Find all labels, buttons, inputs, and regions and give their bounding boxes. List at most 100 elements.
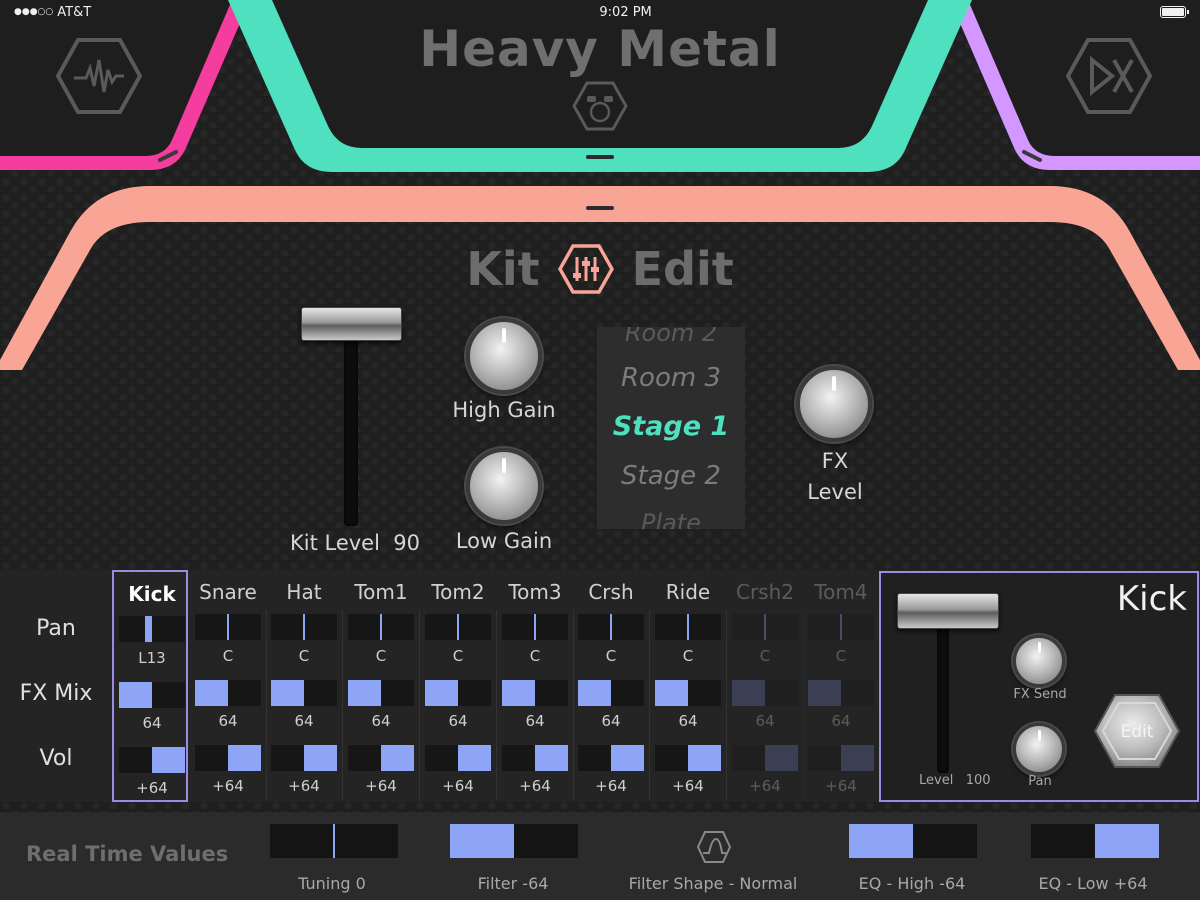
fx-mix-slider[interactable]	[119, 682, 185, 708]
volume-slider[interactable]	[348, 745, 414, 771]
channel-strip[interactable]: Tom4 C 64 +64	[803, 570, 880, 802]
high-gain-knob[interactable]	[466, 318, 542, 394]
pad-level-fader-track[interactable]	[937, 617, 949, 773]
fx-send-knob[interactable]	[1013, 635, 1065, 687]
edit-button[interactable]: Edit	[1093, 691, 1181, 771]
mixer-sliders-icon	[557, 244, 614, 294]
tuning-label: Tuning 0	[298, 874, 366, 893]
fx-mix-value: 64	[755, 712, 775, 730]
pan-slider[interactable]	[502, 614, 568, 640]
eq-low-slider[interactable]	[1031, 824, 1159, 858]
volume-slider[interactable]	[119, 747, 185, 773]
volume-slider[interactable]	[195, 745, 261, 771]
channel-strip[interactable]: Ride C 64 +64	[650, 570, 727, 802]
channel-name[interactable]: Crsh	[573, 580, 649, 604]
pan-value: C	[298, 647, 310, 665]
channel-name[interactable]: Kick	[114, 582, 190, 606]
channel-name[interactable]: Ride	[650, 580, 726, 604]
pan-slider[interactable]	[348, 614, 414, 640]
kit-edit-title-right: Edit	[631, 242, 734, 296]
dx-icon[interactable]	[1066, 36, 1152, 116]
volume-slider[interactable]	[271, 745, 337, 771]
channel-name[interactable]: Snare	[190, 580, 266, 604]
pad-level-label: Level	[919, 773, 954, 788]
pan-slider[interactable]	[732, 614, 798, 640]
volume-slider[interactable]	[425, 745, 491, 771]
volume-value: +64	[825, 777, 857, 795]
pan-slider[interactable]	[425, 614, 491, 640]
picker-item[interactable]: Plate	[597, 509, 745, 529]
pan-value: C	[222, 647, 234, 665]
low-gain-knob[interactable]	[466, 448, 542, 524]
kit-name-title[interactable]: Heavy Metal	[0, 20, 1200, 78]
pan-slider[interactable]	[655, 614, 721, 640]
fx-mix-slider[interactable]	[655, 680, 721, 706]
volume-slider[interactable]	[502, 745, 568, 771]
filter-shape-icon[interactable]	[696, 830, 732, 864]
tuning-slider[interactable]	[270, 824, 398, 858]
volume-slider[interactable]	[655, 745, 721, 771]
pan-knob[interactable]	[1013, 723, 1065, 775]
filter-shape-label: Filter Shape - Normal	[628, 874, 798, 893]
fx-mix-slider[interactable]	[808, 680, 874, 706]
pan-slider[interactable]	[808, 614, 874, 640]
channel-name[interactable]: Tom1	[343, 580, 419, 604]
pan-slider[interactable]	[195, 614, 261, 640]
fx-mix-slider[interactable]	[271, 680, 337, 706]
status-bar: ●●●○○ AT&T 9:02 PM	[0, 0, 1200, 24]
filter-slider[interactable]	[450, 824, 578, 858]
channel-name[interactable]: Tom2	[420, 580, 496, 604]
fx-send-label: FX Send	[1013, 687, 1067, 702]
fx-mix-slider[interactable]	[425, 680, 491, 706]
channel-strip[interactable]: Hat C 64 +64	[266, 570, 343, 802]
row-label-fx-mix: FX Mix	[19, 681, 93, 706]
channel-name[interactable]: Hat	[266, 580, 342, 604]
pan-slider[interactable]	[578, 614, 644, 640]
fx-mix-slider[interactable]	[195, 680, 261, 706]
carrier-label: AT&T	[57, 4, 92, 20]
volume-slider[interactable]	[732, 745, 798, 771]
fx-mix-slider[interactable]	[578, 680, 644, 706]
picker-item-selected[interactable]: Stage 1	[597, 411, 745, 442]
fx-level-label: FX Level	[780, 446, 890, 508]
signal-strength-icon: ●●●○○	[14, 7, 54, 17]
channel-name[interactable]: Tom4	[803, 580, 879, 604]
fx-mix-slider[interactable]	[502, 680, 568, 706]
fx-mix-value: 64	[294, 712, 314, 730]
reverb-type-picker[interactable]: Room 2 Room 3 Stage 1 Stage 2 Plate	[597, 327, 745, 529]
fx-mix-value: 64	[831, 712, 851, 730]
channel-strip[interactable]: Tom3 C 64 +64	[497, 570, 574, 802]
picker-item[interactable]: Stage 2	[597, 461, 745, 491]
pan-value: C	[835, 647, 847, 665]
channel-name[interactable]: Tom3	[497, 580, 573, 604]
kit-level-fader-track[interactable]	[344, 330, 358, 526]
fx-level-knob[interactable]	[796, 366, 872, 442]
waveform-icon[interactable]	[56, 36, 142, 116]
pad-level-fader-handle[interactable]	[897, 593, 999, 629]
pan-slider[interactable]	[271, 614, 337, 640]
picker-item[interactable]: Room 2	[597, 327, 745, 347]
selected-pad-title: Kick	[1116, 579, 1187, 619]
drum-kit-icon[interactable]	[572, 80, 628, 132]
channel-strip[interactable]: Snare C 64 +64	[190, 570, 267, 802]
channel-strip[interactable]: Crsh2 C 64 +64	[727, 570, 804, 802]
volume-slider[interactable]	[578, 745, 644, 771]
pan-slider[interactable]	[119, 616, 185, 642]
volume-value: +64	[672, 777, 704, 795]
fx-mix-value: 64	[601, 712, 621, 730]
channel-strip[interactable]: Kick L13 64 +64	[112, 570, 188, 802]
fx-mix-slider[interactable]	[732, 680, 798, 706]
kit-level-fader-handle[interactable]	[301, 307, 402, 341]
volume-value: +64	[749, 777, 781, 795]
channel-name[interactable]: Crsh2	[727, 580, 803, 604]
channel-strip[interactable]: Tom2 C 64 +64	[420, 570, 497, 802]
picker-item[interactable]: Room 3	[597, 363, 745, 393]
volume-slider[interactable]	[808, 745, 874, 771]
fx-mix-value: 64	[142, 714, 162, 732]
fx-mix-slider[interactable]	[348, 680, 414, 706]
pad-level-label-group: Level 100	[919, 773, 991, 788]
eq-high-slider[interactable]	[849, 824, 977, 858]
channel-strip[interactable]: Crsh C 64 +64	[573, 570, 650, 802]
fx-mix-value: 64	[525, 712, 545, 730]
channel-strip[interactable]: Tom1 C 64 +64	[343, 570, 420, 802]
